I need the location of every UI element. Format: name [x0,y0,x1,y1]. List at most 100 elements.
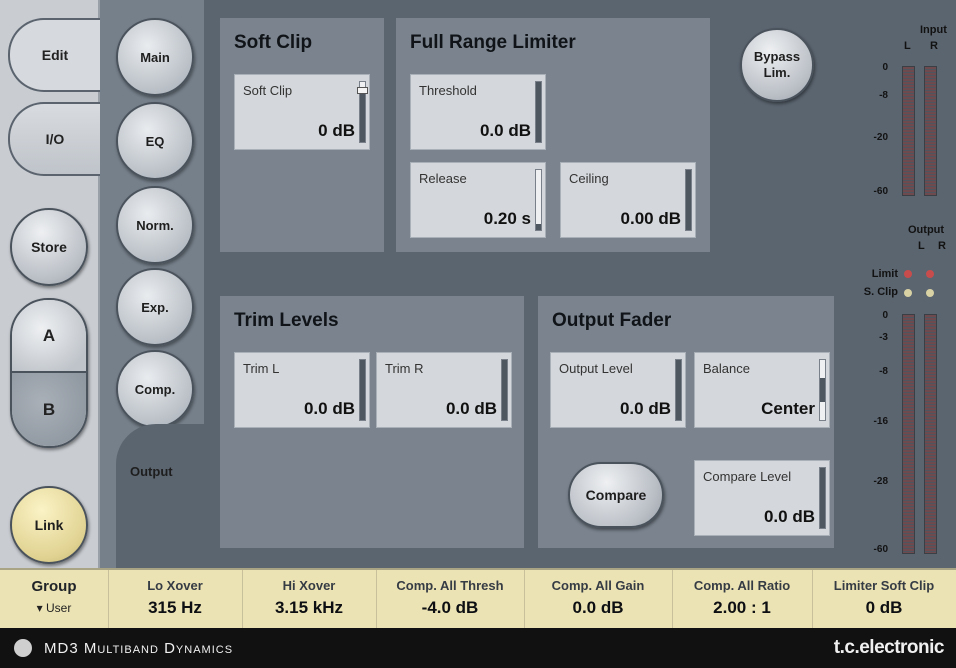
tab-comp[interactable]: Comp. [116,350,194,428]
limiter-soft-clip-label: Limiter Soft Clip [833,578,935,593]
ab-switch: A B [10,298,88,448]
soft-clip-slider[interactable] [357,81,368,143]
balance-param[interactable]: Balance Center [694,352,830,428]
store-button[interactable]: Store [10,208,88,286]
comp-all-gain-cell[interactable]: Comp. All Gain 0.0 dB [524,570,672,630]
tab-comp-label: Comp. [134,381,176,397]
release-param[interactable]: Release 0.20 s [410,162,546,238]
trim-right-param[interactable]: Trim R 0.0 dB [376,352,512,428]
store-button-label: Store [31,239,67,255]
output-level-param[interactable]: Output Level 0.0 dB [550,352,686,428]
balance-value: Center [761,399,815,418]
trim-right-slider-fill [502,360,507,420]
trim-left-slider[interactable] [359,359,366,421]
input-tick-0: 0 [882,62,888,73]
trim-left-value: 0.0 dB [303,399,355,418]
comp-all-ratio-value: 2.00 : 1 [713,598,771,617]
lo-xover-label: Lo Xover [147,578,203,593]
soft-clip-title: Soft Clip [234,32,313,53]
input-meter-left-bar [902,66,915,196]
tc-logo-icon [14,639,32,657]
bypass-limiter-button[interactable]: Bypass Lim. [740,28,814,102]
hi-xover-label: Hi Xover [282,578,336,593]
comp-all-ratio-cell[interactable]: Comp. All Ratio 2.00 : 1 [672,570,812,630]
limiter-soft-clip-value: 0 dB [865,598,903,617]
output-tick-60: -60 [873,544,888,555]
output-tick-16: -16 [873,416,888,427]
tab-main-label: Main [140,49,170,65]
preset-a-label: A [42,325,56,345]
trim-left-param[interactable]: Trim L 0.0 dB [234,352,370,428]
output-level-slider[interactable] [675,359,682,421]
preset-b-button[interactable]: B [12,373,86,446]
soft-clip-slider-knob[interactable] [357,87,368,94]
ceiling-slider[interactable] [685,169,692,231]
trim-right-label: Trim R [385,361,424,376]
output-meter-l-label: L [918,240,925,252]
output-fader-title: Output Fader [552,310,672,331]
tab-io[interactable]: I/O [8,102,100,176]
comp-all-gain-value: 0.0 dB [572,598,624,617]
tab-norm[interactable]: Norm. [116,186,194,264]
limiter-title: Full Range Limiter [410,32,576,53]
tab-eq[interactable]: EQ [116,102,194,180]
lo-xover-cell[interactable]: Lo Xover 315 Hz [108,570,242,630]
tab-output[interactable]: Output [116,424,204,568]
link-button[interactable]: Link [10,486,88,564]
tab-io-label: I/O [45,131,65,147]
tab-main[interactable]: Main [116,18,194,96]
compare-level-slider-fill [820,468,825,528]
hi-xover-cell[interactable]: Hi Xover 3.15 kHz [242,570,376,630]
trim-right-value: 0.0 dB [445,399,497,418]
balance-label: Balance [703,361,750,376]
release-slider-fill [536,224,541,230]
limit-led-right [926,270,934,278]
tab-edit-label: Edit [41,47,69,63]
input-tick-8: -8 [879,90,888,101]
preset-a-button[interactable]: A [12,300,86,373]
output-meter-right-bar [924,314,937,554]
comp-all-thresh-cell[interactable]: Comp. All Thresh -4.0 dB [376,570,524,630]
output-fader-panel: Output Fader Output Level 0.0 dB Balance… [538,296,834,548]
lo-xover-value: 315 Hz [148,598,202,617]
output-level-label: Output Level [559,361,633,376]
trim-panel: Trim Levels Trim L 0.0 dB Trim R 0.0 dB [220,296,524,548]
tab-norm-label: Norm. [136,217,174,233]
soft-clip-param[interactable]: Soft Clip 0 dB [234,74,370,150]
trim-left-slider-fill [360,360,365,420]
hi-xover-value: 3.15 kHz [274,598,344,617]
release-slider[interactable] [535,169,542,231]
compare-level-param[interactable]: Compare Level 0.0 dB [694,460,830,536]
tab-exp[interactable]: Exp. [116,268,194,346]
maker-logo: t.c.electronic [833,637,945,658]
ceiling-slider-fill [686,170,691,230]
ceiling-value: 0.00 dB [620,209,681,228]
limit-led-left [904,270,912,278]
comp-all-gain-label: Comp. All Gain [551,578,645,593]
comp-all-thresh-label: Comp. All Thresh [396,578,504,593]
balance-slider-fill [820,378,825,402]
input-meter-title: Input [920,24,947,36]
input-meter-r-label: R [930,40,938,52]
trim-left-label: Trim L [243,361,280,376]
threshold-param[interactable]: Threshold 0.0 dB [410,74,546,150]
compare-button[interactable]: Compare [568,462,664,528]
ceiling-param[interactable]: Ceiling 0.00 dB [560,162,696,238]
threshold-slider[interactable] [535,81,542,143]
balance-slider[interactable] [819,359,826,421]
compare-level-label: Compare Level [703,469,792,484]
group-selector[interactable]: Group ▾ User [0,570,108,630]
tab-edit[interactable]: Edit [8,18,100,92]
trim-right-slider[interactable] [501,359,508,421]
meter-area [844,0,956,568]
input-meter-right-bar [924,66,937,196]
limiter-soft-clip-cell[interactable]: Limiter Soft Clip 0 dB [812,570,956,630]
compare-level-value: 0.0 dB [763,507,815,526]
soft-clip-label: Soft Clip [243,83,293,98]
output-tick-8: -8 [879,366,888,377]
limit-label: Limit [871,268,898,280]
soft-clip-slider-fill [360,91,365,142]
ceiling-label: Ceiling [569,171,609,186]
threshold-value: 0.0 dB [479,121,531,140]
compare-level-slider[interactable] [819,467,826,529]
